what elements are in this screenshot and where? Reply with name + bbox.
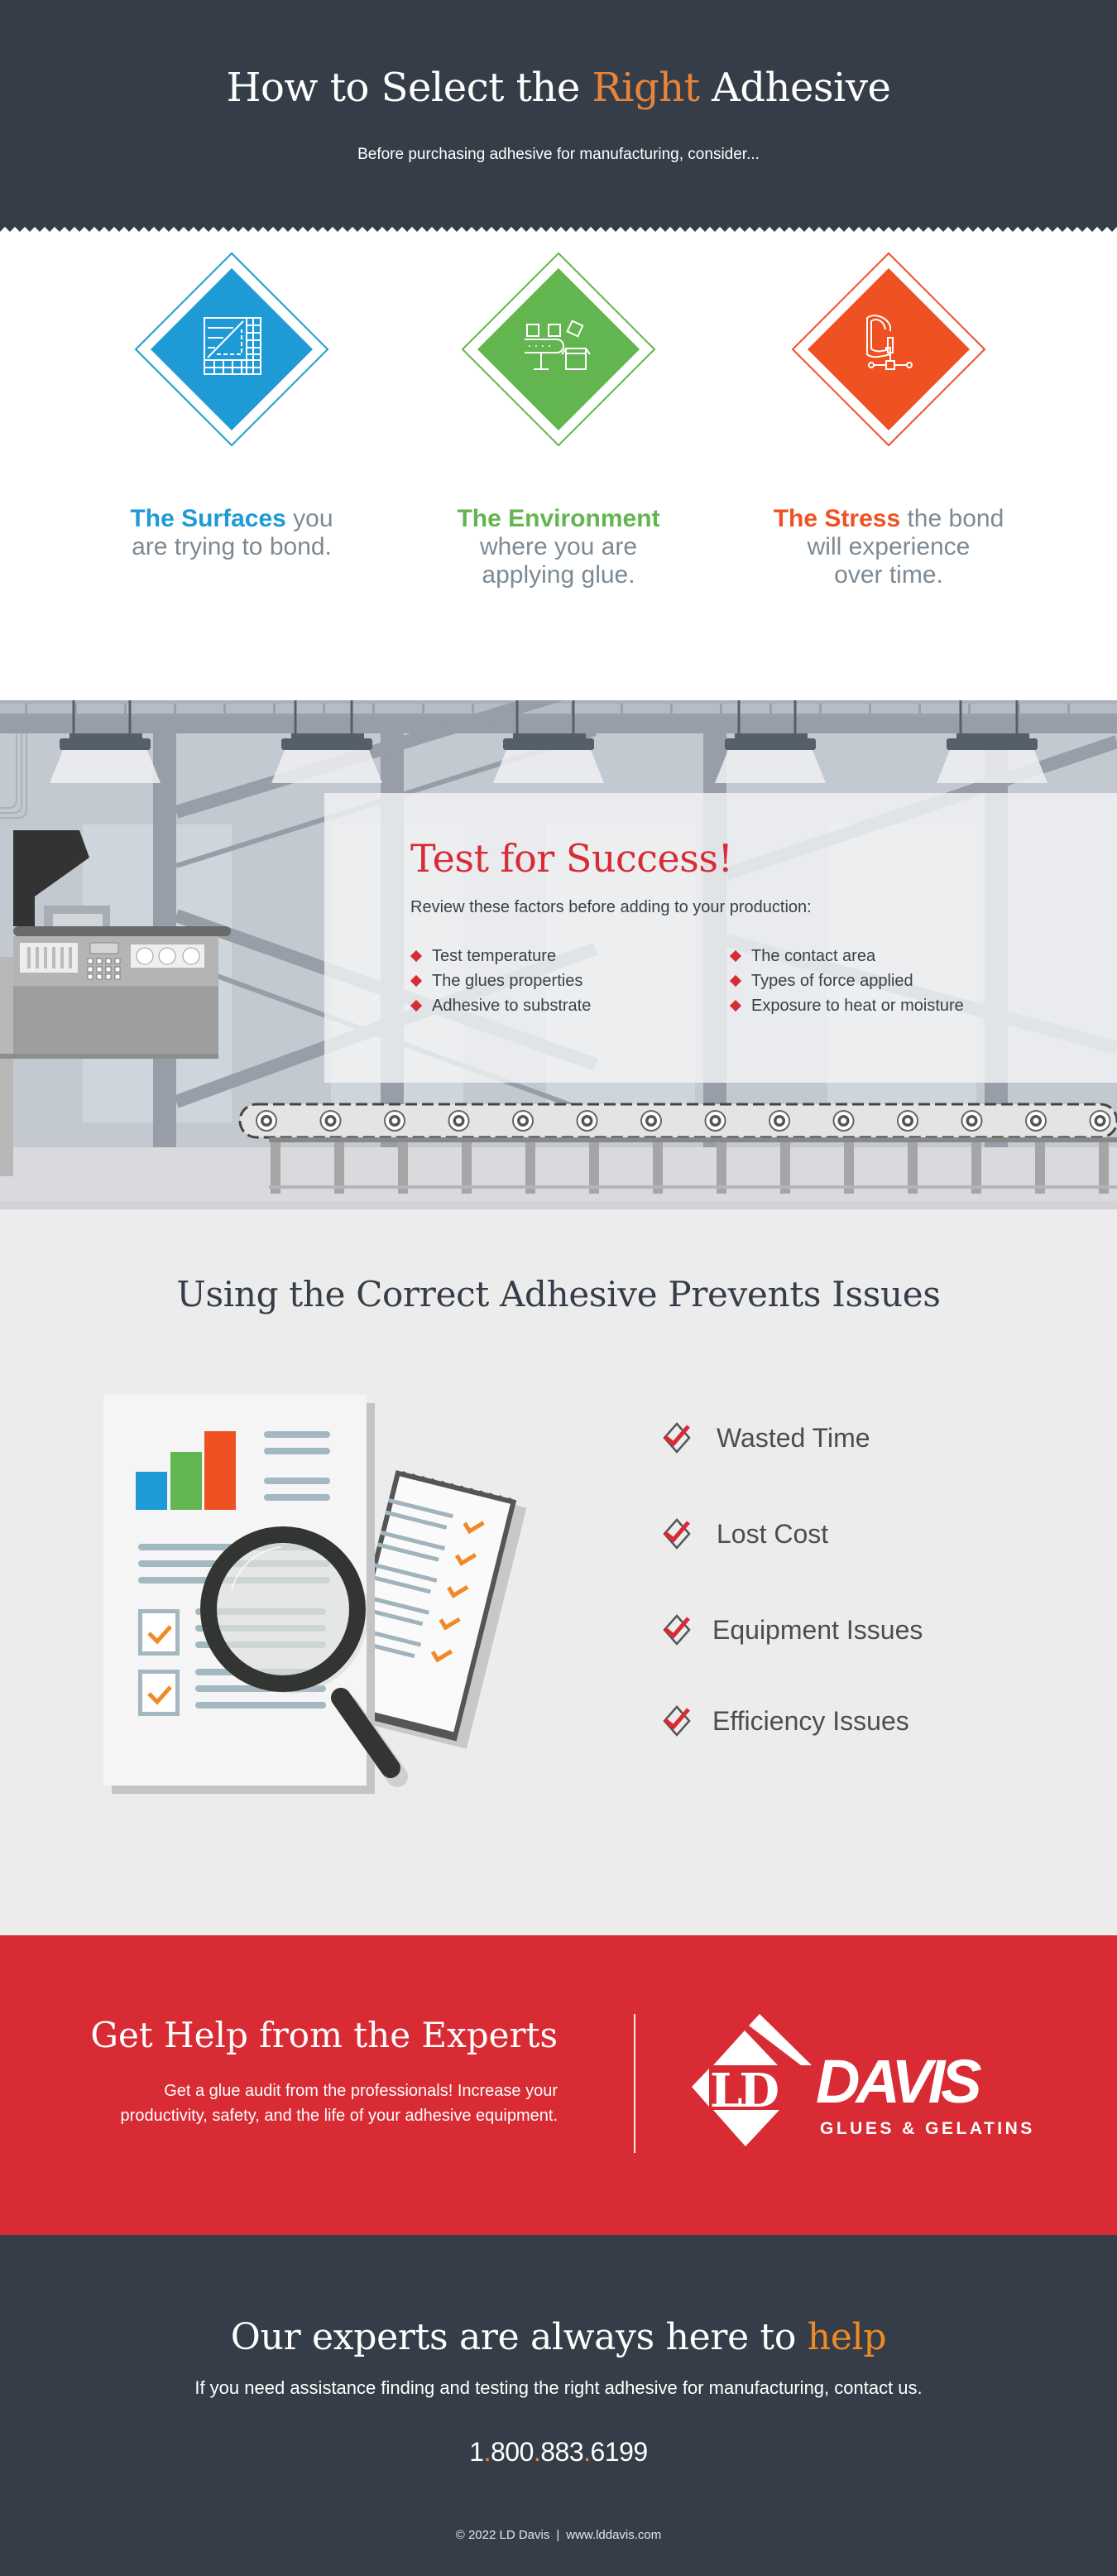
diamond-bullet-icon: [729, 949, 742, 963]
header-section: How to Select the Right Adhesive Before …: [0, 0, 1117, 232]
diamond-check-icon: [663, 1614, 691, 1646]
test-panel: Test for Success! Review these factors b…: [324, 793, 1117, 1083]
logo-tagline: GLUES & GELATINS: [820, 2119, 1035, 2138]
diamond-bullet-icon: [729, 974, 742, 988]
vertical-divider: [634, 2014, 635, 2153]
consideration-text: The Environment where you are applying g…: [457, 505, 660, 589]
contact-footer: Our experts are always here to help If y…: [0, 2235, 1117, 2575]
list-item: Exposure to heat or moisture: [729, 993, 964, 1018]
consideration-text: The Stress the bond will experience over…: [773, 505, 1004, 589]
ld-diamond-logo-icon: LD: [692, 2014, 816, 2146]
issues-section: Using the Correct Adhesive Prevents Issu…: [0, 1209, 1117, 1935]
tile-surfaces-icon: [134, 252, 329, 447]
test-title: Test for Success!: [410, 836, 733, 881]
list-item: Adhesive to substrate: [410, 993, 591, 1018]
diamond-bullet-icon: [410, 999, 423, 1012]
footer-assist-text: If you need assistance finding and testi…: [194, 2377, 923, 2398]
zigzag-divider: [0, 227, 1117, 232]
experts-body: Get a glue audit from the professionals!…: [120, 2082, 558, 2125]
list-item: The contact area: [729, 944, 964, 968]
test-factors-list-1: Test temperature The glues properties Ad…: [410, 944, 591, 1018]
diamond-check-icon: [663, 1518, 691, 1550]
title-accent: Right: [592, 65, 700, 111]
diamond-bullet-icon: [410, 974, 423, 988]
test-for-success-section: Test for Success! Review these factors b…: [0, 700, 1117, 1209]
test-factors-list-2: The contact area Types of force applied …: [729, 944, 964, 1018]
website-link[interactable]: www.lddavis.com: [566, 2528, 661, 2542]
issues-title: Using the Correct Adhesive Prevents Issu…: [176, 1274, 941, 1314]
logo-wordmark: DAVIS: [816, 2047, 982, 2116]
ld-davis-logo[interactable]: LD DAVIS GLUES & GELATINS: [692, 2014, 1056, 2155]
considerations-section: The Surfaces you are trying to bond. The…: [0, 232, 1117, 700]
list-item: The glues properties: [410, 968, 591, 993]
experts-title: Get Help from the Experts: [90, 2015, 558, 2055]
svg-text:LD: LD: [710, 2064, 778, 2118]
c-clamp-icon: [791, 252, 986, 447]
page-title: How to Select the Right Adhesive: [226, 65, 891, 111]
diamond-bullet-icon: [410, 949, 423, 963]
page-subtitle: Before purchasing adhesive for manufactu…: [357, 146, 760, 163]
phone-number-link[interactable]: 1.800.883.6199: [0, 2437, 1117, 2468]
experts-section: Get Help from the Experts Get a glue aud…: [0, 1935, 1117, 2235]
diamond-check-icon: [663, 1705, 691, 1737]
document-magnifier-illustration: [103, 1395, 527, 1794]
footer-title: Our experts are always here to help: [230, 2316, 887, 2358]
test-intro: Review these factors before adding to yo…: [410, 898, 812, 916]
list-item: Types of force applied: [729, 968, 964, 993]
list-item: Test temperature: [410, 944, 591, 968]
consideration-text: The Surfaces you are trying to bond.: [130, 505, 333, 560]
copyright-line: © 2022 LD Davis | www.lddavis.com: [455, 2528, 662, 2542]
conveyor-boxes-icon: [461, 252, 656, 447]
diamond-bullet-icon: [729, 999, 742, 1012]
diamond-check-icon: [663, 1422, 691, 1454]
